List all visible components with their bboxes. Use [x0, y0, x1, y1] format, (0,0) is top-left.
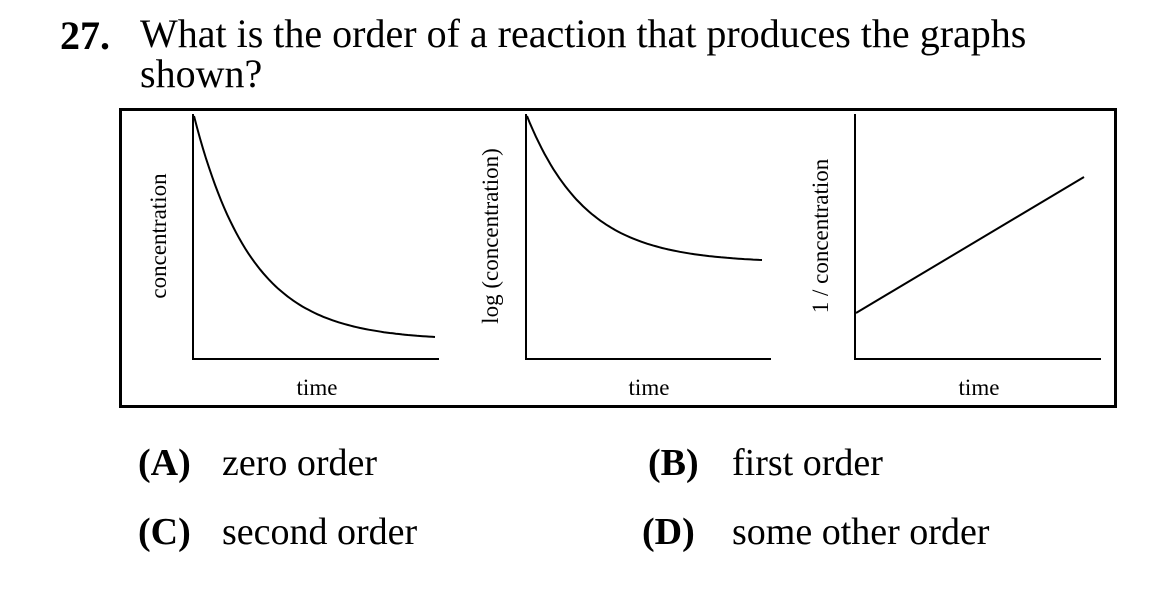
panel-2: log (concentration) time [478, 114, 771, 400]
graphs-svg: concentration time log (concentration) t… [146, 114, 1101, 400]
choice-b[interactable]: (B) first order [648, 441, 883, 485]
choice-d[interactable]: (D) some other order [642, 510, 989, 554]
panel-1: concentration time [146, 114, 439, 400]
panel-1-curve [193, 115, 436, 338]
choice-a-text: zero order [222, 442, 378, 484]
panel-3-line [855, 176, 1085, 314]
choice-b-letter: (B) [648, 442, 699, 484]
panel-3: 1 / concentration time [808, 114, 1101, 400]
choice-c-text: second order [222, 511, 418, 553]
panel-2-ylabel: log (concentration) [478, 148, 503, 324]
panel-1-ylabel: concentration [146, 173, 171, 299]
choice-a-letter: (A) [138, 442, 191, 484]
panel-1-xlabel: time [297, 375, 338, 400]
question-number: 27. [60, 13, 110, 58]
panel-3-xlabel: time [959, 375, 1000, 400]
choice-c[interactable]: (C) second order [138, 510, 417, 554]
question-text: What is the order of a reaction that pro… [140, 11, 1027, 96]
choice-c-letter: (C) [138, 511, 191, 553]
panel-3-ylabel: 1 / concentration [808, 158, 833, 313]
panel-2-xlabel: time [629, 375, 670, 400]
choice-d-letter: (D) [642, 511, 695, 553]
choice-a[interactable]: (A) zero order [138, 441, 377, 485]
choice-b-text: first order [732, 442, 883, 484]
panel-2-curve [526, 115, 763, 261]
graphs-figure: concentration time log (concentration) t… [119, 108, 1117, 408]
choice-d-text: some other order [732, 511, 990, 553]
